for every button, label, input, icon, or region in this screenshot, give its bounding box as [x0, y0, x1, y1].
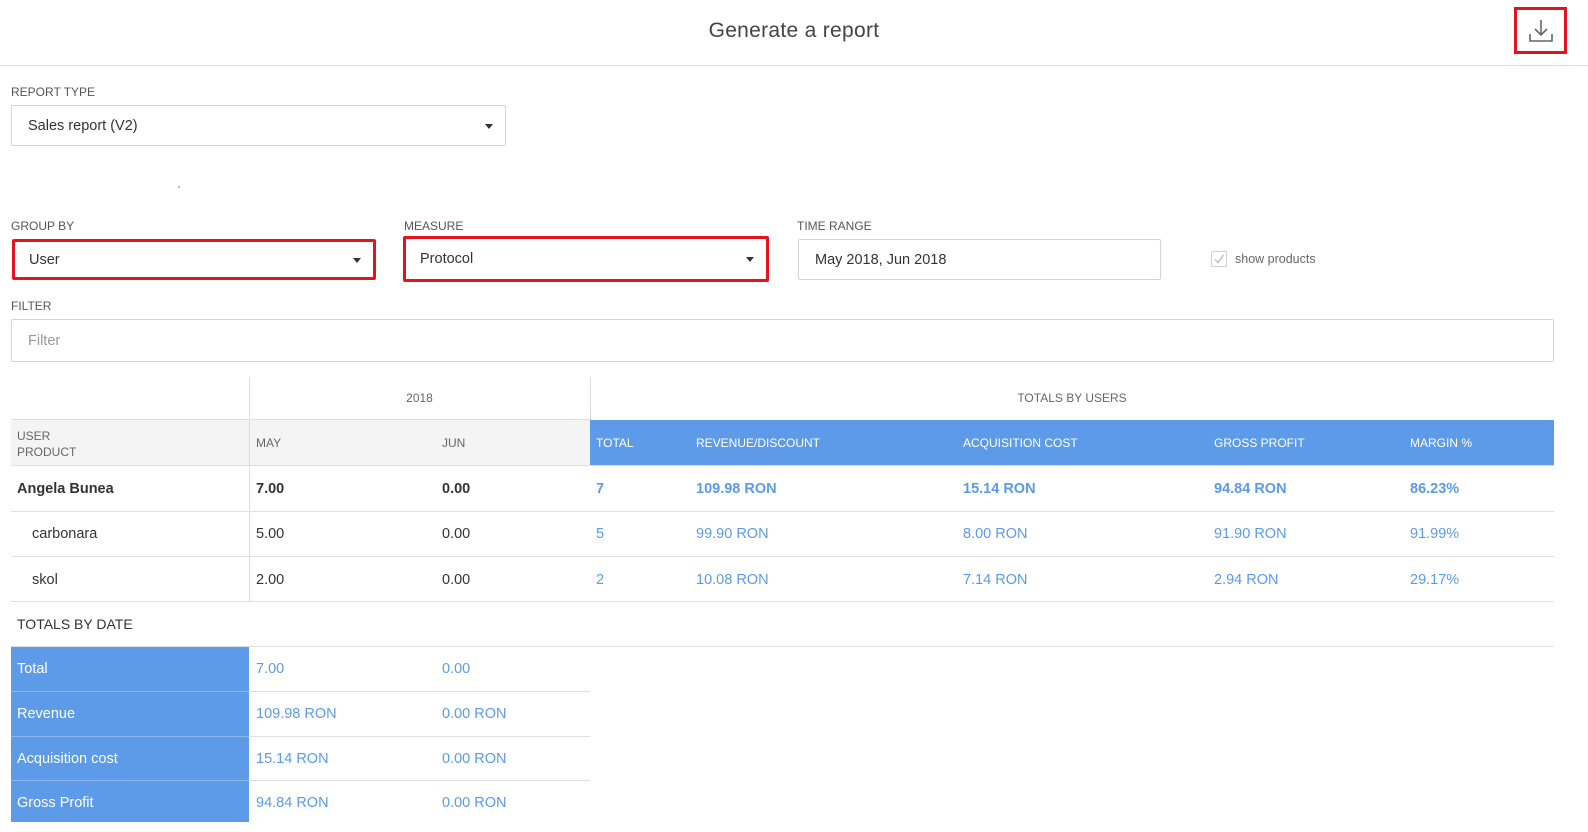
col-header-revenue: REVENUE/DISCOUNT: [696, 435, 821, 450]
totals-by-users-header: TOTALS BY USERS: [1017, 391, 1127, 405]
date-row-label: Gross Profit: [17, 794, 94, 811]
date-row-jun: 0.00 RON: [442, 794, 507, 811]
row-divider: [11, 511, 1554, 512]
year-header: 2018: [406, 391, 433, 405]
row-total: 2: [596, 571, 605, 588]
time-range-value: May 2018, Jun 2018: [815, 251, 947, 268]
row-divider: [11, 601, 1554, 602]
month-header-may: MAY: [256, 435, 282, 450]
report-type-value: Sales report (V2): [28, 117, 138, 134]
row-total: 5: [596, 526, 605, 542]
date-row-may: 15.14 RON: [256, 750, 329, 767]
chevron-down-icon: [485, 123, 493, 129]
col-header-gross-profit: GROSS PROFIT: [1214, 435, 1305, 450]
chevron-down-icon: [353, 257, 361, 263]
divider-dot: [178, 186, 180, 188]
row-margin: 86.23%: [1410, 480, 1460, 497]
totals-by-date-title: TOTALS BY DATE: [17, 616, 133, 632]
col-header-total: TOTAL: [596, 435, 634, 450]
row-name: carbonara: [32, 526, 98, 542]
row-header-cell: USER PRODUCT: [11, 420, 249, 465]
row-header-user: USER: [17, 429, 51, 443]
date-row-jun: 0.00 RON: [442, 706, 507, 722]
page-header: Generate a report: [0, 0, 1588, 66]
row-gross-profit: 94.84 RON: [1214, 480, 1287, 497]
row-jun: 0.00: [442, 480, 471, 497]
row-may: 7.00: [256, 480, 285, 497]
group-by-select[interactable]: User: [12, 239, 376, 280]
measure-label: MEASURE: [404, 219, 464, 233]
row-gross-profit: 91.90 RON: [1214, 526, 1287, 542]
row-revenue: 99.90 RON: [696, 526, 769, 542]
row-acquisition: 7.14 RON: [963, 571, 1028, 588]
download-icon: [1528, 19, 1553, 42]
row-header-product: PRODUCT: [17, 445, 77, 459]
time-range-input[interactable]: May 2018, Jun 2018: [798, 239, 1161, 280]
date-row-label: Total: [17, 661, 48, 677]
report-type-label: REPORT TYPE: [11, 85, 96, 99]
date-row-may: 109.98 RON: [256, 706, 337, 722]
filter-label: FILTER: [11, 299, 52, 313]
measure-value: Protocol: [420, 251, 474, 267]
date-row-jun: 0.00: [442, 661, 471, 677]
filter-placeholder: Filter: [28, 332, 61, 349]
row-name: skol: [32, 571, 58, 588]
chevron-down-icon: [746, 257, 754, 262]
row-name: Angela Bunea: [17, 480, 114, 497]
row-jun: 0.00: [442, 526, 471, 542]
row-revenue: 10.08 RON: [696, 571, 769, 588]
row-revenue: 109.98 RON: [696, 480, 777, 497]
date-row-label: Acquisition cost: [17, 750, 118, 767]
show-products-toggle[interactable]: show products: [1211, 251, 1316, 267]
row-total: 7: [596, 480, 605, 497]
report-type-select[interactable]: Sales report (V2): [11, 105, 506, 146]
row-gross-profit: 2.94 RON: [1214, 571, 1279, 588]
date-row-jun: 0.00 RON: [442, 750, 507, 767]
month-header-bg: [250, 420, 590, 465]
row-may: 2.00: [256, 571, 285, 588]
row-may: 5.00: [256, 526, 285, 542]
page-title: Generate a report: [708, 19, 880, 42]
row-acquisition: 8.00 RON: [963, 526, 1028, 542]
row-margin: 29.17%: [1410, 571, 1460, 588]
month-header-jun: JUN: [442, 435, 466, 450]
group-by-value: User: [29, 251, 60, 268]
measure-select[interactable]: Protocol: [403, 236, 769, 282]
download-button[interactable]: [1514, 7, 1567, 54]
row-jun: 0.00: [442, 571, 471, 588]
show-products-label: show products: [1235, 252, 1316, 266]
date-row-label: Revenue: [17, 706, 76, 722]
col-header-margin: MARGIN %: [1410, 435, 1473, 450]
filter-input[interactable]: Filter: [11, 319, 1554, 362]
col-header-acquisition: ACQUISITION COST: [963, 435, 1078, 450]
row-divider: [11, 465, 1554, 466]
date-row-may: 94.84 RON: [256, 794, 329, 811]
row-margin: 91.99%: [1410, 526, 1460, 542]
time-range-label: TIME RANGE: [797, 219, 872, 233]
row-divider: [11, 556, 1554, 557]
show-products-checkbox[interactable]: [1211, 251, 1227, 267]
row-acquisition: 15.14 RON: [963, 480, 1036, 497]
date-row-may: 7.00: [256, 661, 285, 677]
check-icon: [1214, 254, 1225, 264]
group-by-label: GROUP BY: [11, 219, 75, 233]
